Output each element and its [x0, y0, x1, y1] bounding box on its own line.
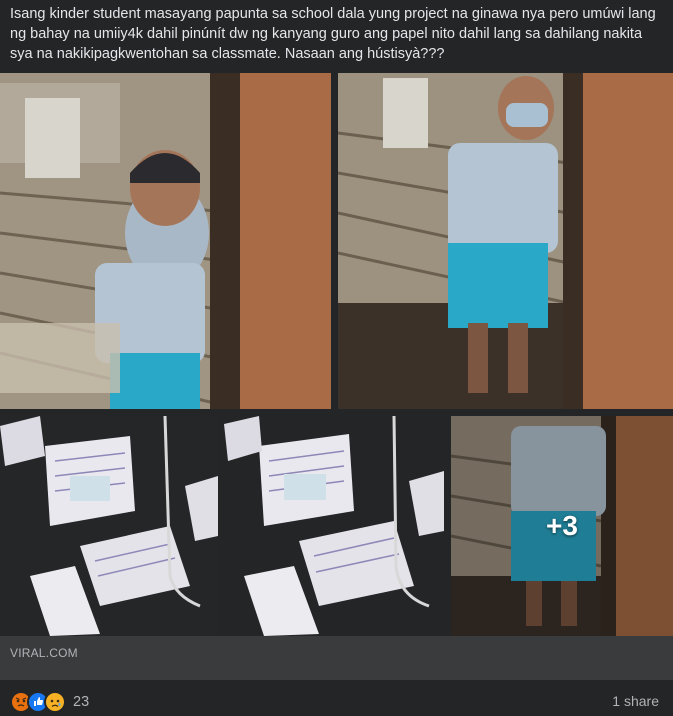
post-photo-3[interactable] — [0, 416, 218, 636]
post-caption: Isang kinder student masayang papunta sa… — [10, 6, 656, 62]
more-photos-count: +3 — [546, 510, 578, 541]
share-count[interactable]: 1 share — [612, 693, 659, 709]
post-photo-1[interactable] — [0, 73, 331, 409]
post-photo-5-more[interactable]: +3 — [451, 416, 673, 636]
post-footer: 23 1 share — [0, 680, 673, 716]
link-domain: VIRAL.COM — [10, 646, 78, 660]
reactions-summary[interactable]: 23 — [10, 691, 89, 713]
reaction-count: 23 — [73, 694, 90, 710]
sad-icon — [44, 691, 66, 713]
post-photo-4[interactable] — [224, 416, 444, 636]
link-preview[interactable]: VIRAL.COM — [0, 636, 673, 680]
post-photo-2[interactable] — [338, 73, 673, 409]
